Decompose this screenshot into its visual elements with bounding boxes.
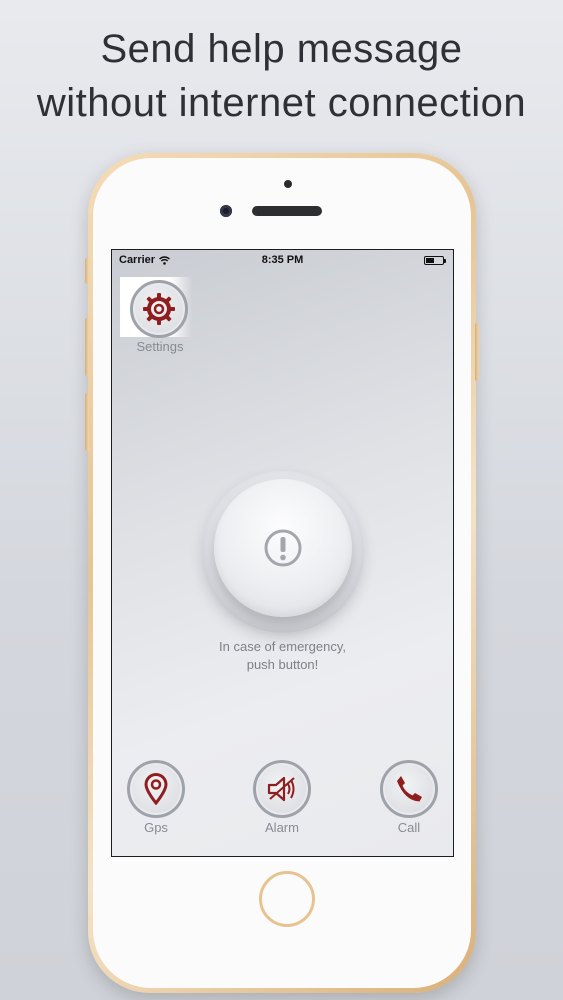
emergency-caption-line-2: push button! [246, 657, 319, 672]
headline: Send help message without internet conne… [0, 22, 563, 130]
map-pin-icon [144, 773, 168, 805]
panic-button-cap[interactable] [214, 479, 352, 617]
emergency-caption: In case of emergency, push button! [112, 638, 453, 674]
gear-icon [143, 293, 175, 325]
speaker-icon [267, 776, 295, 802]
settings-label: Settings [136, 339, 184, 354]
battery-icon [424, 256, 446, 265]
alarm-button[interactable] [253, 760, 311, 818]
call-label: Call [397, 820, 421, 835]
settings-button[interactable] [130, 280, 188, 338]
battery-level [426, 258, 434, 263]
call-button[interactable] [380, 760, 438, 818]
headline-line-2: without internet connection [36, 81, 527, 125]
alarm-label: Alarm [265, 820, 299, 835]
panic-button[interactable] [202, 471, 364, 633]
phone-icon [397, 776, 422, 802]
earpiece-speaker [252, 206, 322, 216]
home-button[interactable] [259, 871, 315, 927]
power-button [475, 323, 479, 381]
headline-line-1: Send help message [100, 27, 463, 71]
gps-button[interactable] [127, 760, 185, 818]
app-screen: Carrier 8:35 PM Settings In case of emer… [111, 249, 454, 857]
proximity-sensor [284, 180, 292, 188]
status-bar: Carrier 8:35 PM [112, 250, 453, 270]
volume-down-button [85, 393, 89, 451]
exclamation-icon [264, 529, 302, 567]
volume-up-button [85, 318, 89, 376]
front-camera [220, 205, 232, 217]
emergency-caption-line-1: In case of emergency, [219, 639, 346, 654]
mute-switch [85, 258, 89, 284]
status-time: 8:35 PM [261, 254, 304, 266]
gps-label: Gps [144, 820, 168, 835]
